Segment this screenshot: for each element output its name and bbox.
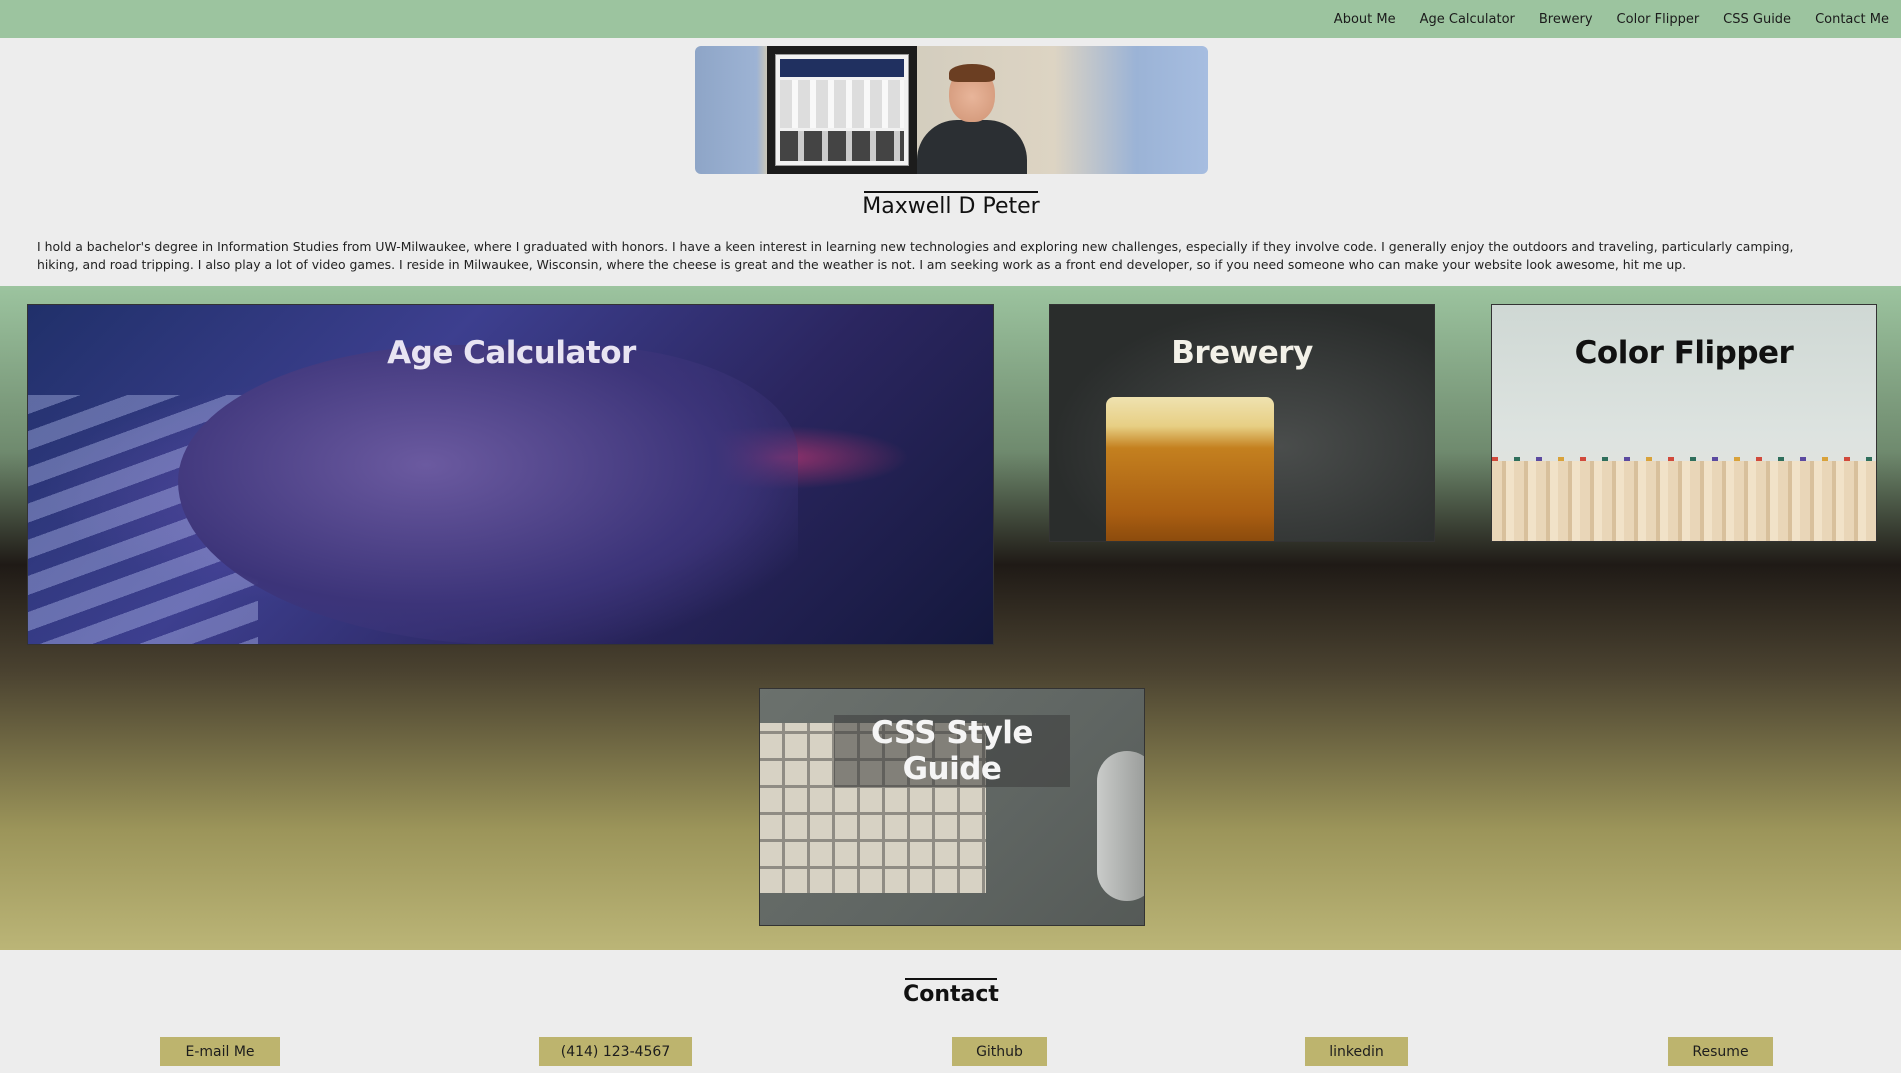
name-underline <box>864 191 1038 193</box>
profile-photo <box>695 46 1208 174</box>
project-card-css-style-guide[interactable]: CSS Style Guide <box>759 688 1145 926</box>
nav-link-about-me[interactable]: About Me <box>1334 12 1396 27</box>
nav-link-age-calculator[interactable]: Age Calculator <box>1420 12 1515 27</box>
project-card-age-calculator[interactable]: Age Calculator <box>27 304 994 645</box>
profile-name: Maxwell D Peter <box>862 194 1040 219</box>
nav-link-contact-me[interactable]: Contact Me <box>1815 12 1889 27</box>
framed-poster <box>767 46 917 174</box>
beer-glass-image <box>1106 397 1274 541</box>
nav-link-brewery[interactable]: Brewery <box>1539 12 1593 27</box>
github-button[interactable]: Github <box>952 1037 1047 1066</box>
phone-button[interactable]: (414) 123-4567 <box>539 1037 692 1066</box>
hand-image <box>178 345 798 644</box>
project-card-color-flipper[interactable]: Color Flipper <box>1491 304 1877 542</box>
email-button[interactable]: E-mail Me <box>160 1037 280 1066</box>
project-title-css-style-guide: CSS Style Guide <box>834 715 1070 787</box>
project-title-color-flipper: Color Flipper <box>1574 335 1794 371</box>
nav-link-color-flipper[interactable]: Color Flipper <box>1617 12 1700 27</box>
top-navbar: About Me Age Calculator Brewery Color Fl… <box>0 0 1901 38</box>
linkedin-button[interactable]: linkedin <box>1305 1037 1408 1066</box>
pencils-image <box>1492 461 1876 541</box>
resume-button[interactable]: Resume <box>1668 1037 1773 1066</box>
nav-link-css-guide[interactable]: CSS Guide <box>1723 12 1791 27</box>
contact-heading: Contact <box>903 982 999 1007</box>
contact-underline <box>905 978 997 980</box>
mouse-image <box>1097 751 1144 901</box>
project-card-brewery[interactable]: Brewery <box>1049 304 1435 542</box>
person-portrait <box>917 64 1027 174</box>
projects-section: Age Calculator Brewery Color Flipper CSS… <box>0 286 1901 950</box>
profile-bio: I hold a bachelor's degree in Informatio… <box>37 239 1794 272</box>
project-title-age-calculator: Age Calculator <box>387 335 636 371</box>
project-title-brewery: Brewery <box>1171 335 1313 371</box>
